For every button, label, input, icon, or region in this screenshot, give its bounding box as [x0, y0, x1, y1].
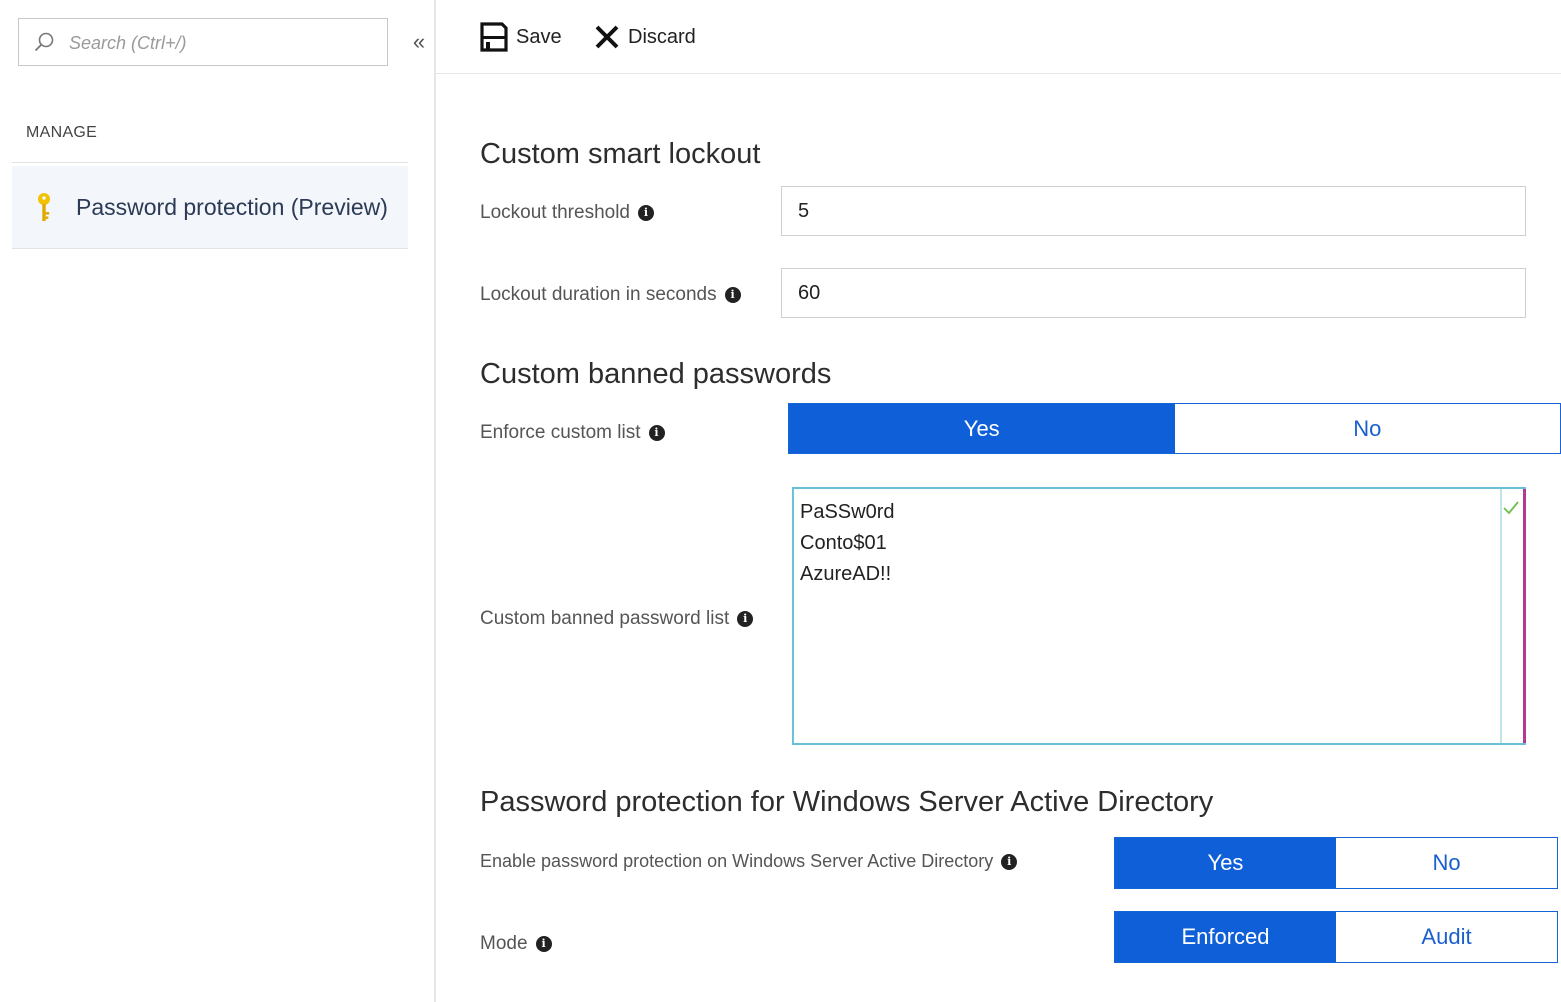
- section-title-windows-ad: Password protection for Windows Server A…: [480, 786, 1214, 818]
- info-icon[interactable]: i: [638, 205, 654, 221]
- info-icon[interactable]: i: [648, 425, 665, 441]
- enforce-no-option[interactable]: No: [1174, 404, 1560, 453]
- enable-ad-protection-text: Enable password protection on Windows Se…: [480, 851, 994, 871]
- lockout-threshold-label: Lockout threshold i: [480, 202, 654, 224]
- resize-edge: [1523, 489, 1526, 743]
- enable-ad-protection-label: Enable password protection on Windows Se…: [480, 851, 1018, 872]
- discard-label: Discard: [628, 25, 696, 48]
- mode-label: Mode i: [480, 933, 552, 955]
- mode-text: Mode: [480, 933, 528, 954]
- enable-ad-protection-toggle[interactable]: Yes No: [1114, 837, 1558, 889]
- info-icon[interactable]: i: [1001, 853, 1018, 870]
- lockout-threshold-text: Lockout threshold: [480, 202, 630, 223]
- key-icon: [38, 193, 50, 221]
- banned-password-list-value: PaSSw0rd Conto$01 AzureAD!!: [800, 501, 895, 585]
- mode-audit-option[interactable]: Audit: [1336, 912, 1557, 962]
- lockout-duration-input[interactable]: 60: [781, 268, 1526, 318]
- enforce-yes-option[interactable]: Yes: [789, 404, 1175, 453]
- save-button[interactable]: Save: [480, 20, 562, 54]
- section-heading-manage: MANAGE: [26, 124, 98, 141]
- lockout-threshold-input[interactable]: 5: [781, 186, 1526, 236]
- lockout-duration-text: Lockout duration in seconds: [480, 284, 717, 305]
- enable-no-option[interactable]: No: [1336, 838, 1557, 888]
- close-icon: [595, 25, 619, 49]
- search-input[interactable]: [67, 27, 371, 59]
- banned-list-label: Custom banned password list i: [480, 608, 754, 630]
- enforce-custom-list-label: Enforce custom list i: [480, 422, 665, 444]
- search-box[interactable]: [18, 18, 388, 66]
- sidebar-item-password-protection[interactable]: Password protection (Preview): [12, 166, 408, 249]
- mode-toggle[interactable]: Enforced Audit: [1114, 911, 1558, 963]
- info-icon[interactable]: i: [737, 611, 754, 627]
- enforce-custom-list-toggle[interactable]: Yes No: [788, 403, 1561, 454]
- info-icon[interactable]: i: [535, 936, 552, 952]
- pane-divider: [434, 0, 436, 1002]
- enforce-custom-list-text: Enforce custom list: [480, 422, 641, 443]
- save-icon: [480, 22, 508, 52]
- section-title-banned-passwords: Custom banned passwords: [480, 358, 832, 390]
- save-label: Save: [516, 25, 562, 48]
- enable-yes-option[interactable]: Yes: [1115, 838, 1336, 888]
- sidebar: « MANAGE Password protection (Preview): [0, 0, 434, 1002]
- sidebar-item-label: Password protection (Preview): [76, 194, 388, 220]
- checkmark-icon: [1503, 501, 1519, 515]
- mode-enforced-option[interactable]: Enforced: [1115, 912, 1336, 962]
- textarea-scrollbar[interactable]: [1500, 489, 1526, 743]
- discard-button[interactable]: Discard: [594, 20, 696, 54]
- divider: [12, 162, 408, 163]
- lockout-duration-label: Lockout duration in seconds i: [480, 284, 741, 306]
- banned-list-text: Custom banned password list: [480, 608, 730, 629]
- toolbar-divider: [436, 73, 1561, 74]
- info-icon[interactable]: i: [724, 287, 741, 303]
- section-title-smart-lockout: Custom smart lockout: [480, 138, 761, 170]
- search-icon: [34, 32, 54, 52]
- collapse-sidebar-button[interactable]: «: [408, 28, 430, 56]
- banned-password-list-textarea[interactable]: PaSSw0rd Conto$01 AzureAD!!: [792, 487, 1526, 745]
